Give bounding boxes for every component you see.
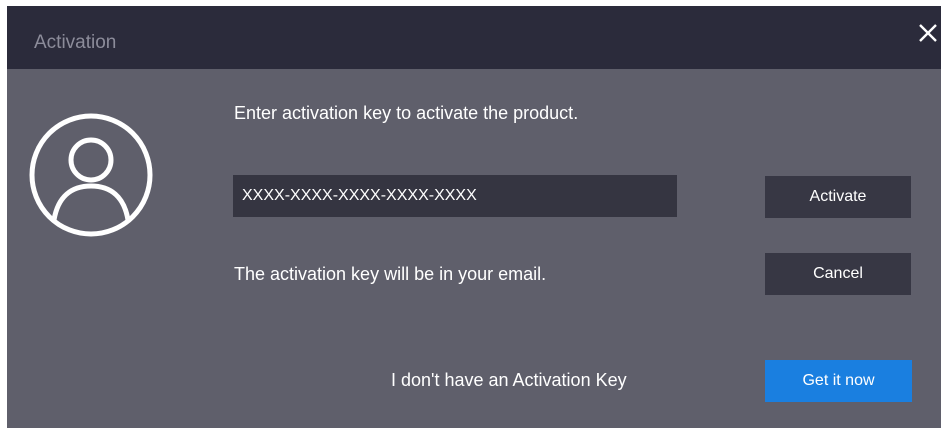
activation-dialog: Activation Enter activation key to activ… (7, 6, 941, 428)
activate-button[interactable]: Activate (765, 176, 911, 218)
close-button[interactable] (915, 20, 941, 46)
activation-prompt: Enter activation key to activate the pro… (234, 103, 579, 123)
get-it-now-button[interactable]: Get it now (765, 360, 912, 402)
cancel-button[interactable]: Cancel (765, 253, 911, 295)
user-avatar-icon (28, 112, 154, 238)
activation-key-input[interactable] (233, 175, 677, 217)
no-key-label: I don't have an Activation Key (391, 370, 627, 390)
title-bar: Activation (7, 6, 941, 69)
window-title: Activation (34, 32, 117, 53)
close-icon (919, 24, 937, 42)
email-hint: The activation key will be in your email… (234, 264, 547, 284)
